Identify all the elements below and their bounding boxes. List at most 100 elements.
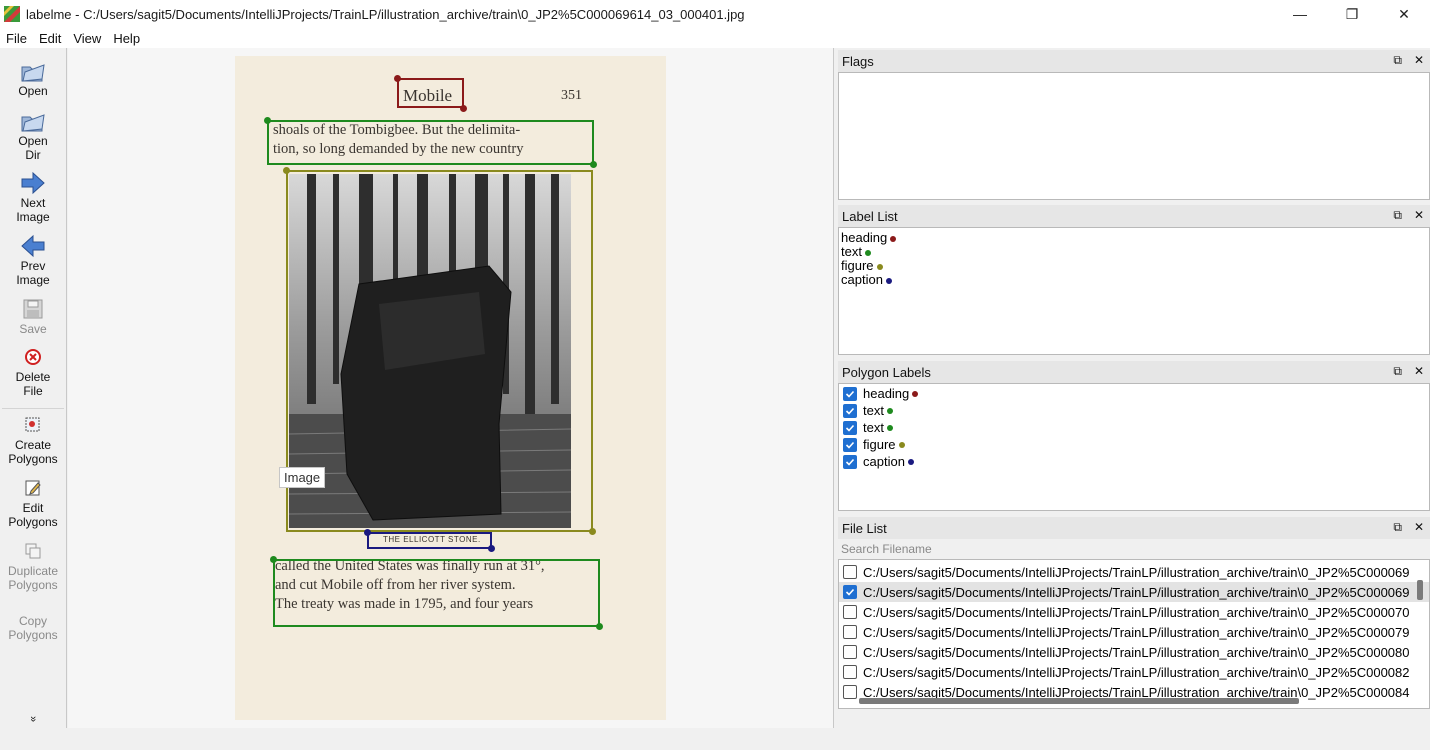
checkbox-unchecked-icon[interactable] xyxy=(843,685,857,699)
file-list-item[interactable]: C:/Users/sagit5/Documents/IntelliJProjec… xyxy=(839,642,1429,662)
search-filename-input[interactable]: Search Filename xyxy=(838,539,1430,559)
folder-open-icon xyxy=(20,58,46,84)
polygon-vertex[interactable] xyxy=(460,105,467,112)
checkbox-unchecked-icon[interactable] xyxy=(843,645,857,659)
image-canvas[interactable]: 351 Mobile shoals of the Tombigbee. But … xyxy=(68,48,834,728)
checkbox-checked-icon[interactable] xyxy=(843,437,857,452)
text-polygon-top[interactable] xyxy=(267,120,594,165)
page-number: 351 xyxy=(561,88,582,103)
label-list-item[interactable]: figure xyxy=(839,259,1429,273)
file-list-item[interactable]: C:/Users/sagit5/Documents/IntelliJProjec… xyxy=(839,662,1429,682)
close-window-button[interactable]: ✕ xyxy=(1378,0,1430,28)
create-polygons-button[interactable]: Create Polygons xyxy=(0,412,66,466)
checkbox-checked-icon[interactable] xyxy=(843,403,857,418)
open-button[interactable]: Open xyxy=(0,58,66,98)
file-list[interactable]: C:/Users/sagit5/Documents/IntelliJProjec… xyxy=(838,559,1430,709)
polygon-vertex[interactable] xyxy=(364,529,371,536)
caption-polygon[interactable] xyxy=(367,532,492,549)
edit-pencil-icon xyxy=(20,475,46,501)
figure-polygon[interactable] xyxy=(286,170,593,532)
undock-icon[interactable]: ⧉ xyxy=(1393,53,1402,68)
file-list-item-selected[interactable]: C:/Users/sagit5/Documents/IntelliJProjec… xyxy=(839,582,1429,602)
flags-dock: Flags ⧉ ✕ xyxy=(838,50,1430,200)
menu-help[interactable]: Help xyxy=(107,31,146,46)
restore-button[interactable]: ❐ xyxy=(1326,0,1378,28)
checkbox-checked-icon[interactable] xyxy=(843,585,857,599)
text-polygon-bottom[interactable] xyxy=(273,559,600,627)
label-list-item[interactable]: text xyxy=(839,245,1429,259)
polygon-vertex[interactable] xyxy=(488,545,495,552)
polygon-vertex[interactable] xyxy=(270,556,277,563)
polygon-label-item[interactable]: caption xyxy=(839,453,1429,470)
image-tooltip: Image xyxy=(279,467,326,488)
menu-edit[interactable]: Edit xyxy=(33,31,67,46)
close-icon[interactable]: ✕ xyxy=(1414,208,1424,223)
vertical-scrollbar-thumb[interactable] xyxy=(1417,580,1423,600)
file-list-dock-title: File List ⧉ ✕ xyxy=(838,517,1430,539)
undock-icon[interactable]: ⧉ xyxy=(1393,520,1402,535)
checkbox-checked-icon[interactable] xyxy=(843,386,857,401)
checkbox-unchecked-icon[interactable] xyxy=(843,665,857,679)
file-list-item[interactable]: C:/Users/sagit5/Documents/IntelliJProjec… xyxy=(839,622,1429,642)
flags-dock-title: Flags ⧉ ✕ xyxy=(838,50,1430,72)
polygon-labels-dock: Polygon Labels ⧉ ✕ heading text text fig… xyxy=(838,361,1430,511)
polygon-label-item[interactable]: figure xyxy=(839,436,1429,453)
heading-polygon[interactable] xyxy=(397,78,464,108)
file-list-item[interactable]: C:/Users/sagit5/Documents/IntelliJProjec… xyxy=(839,602,1429,622)
edit-polygons-button[interactable]: Edit Polygons xyxy=(0,475,66,529)
file-list-item[interactable]: C:/Users/sagit5/Documents/IntelliJProjec… xyxy=(839,562,1429,582)
checkbox-checked-icon[interactable] xyxy=(843,420,857,435)
polygon-label-item[interactable]: heading xyxy=(839,385,1429,402)
polygon-vertex[interactable] xyxy=(283,167,290,174)
polygon-labels-dock-title: Polygon Labels ⧉ ✕ xyxy=(838,361,1430,383)
next-image-button[interactable]: Next Image xyxy=(0,170,66,224)
delete-file-button[interactable]: Delete File xyxy=(0,344,66,398)
left-toolbar: Open Open Dir Next Image Prev Image Save… xyxy=(0,48,67,728)
polygon-vertex[interactable] xyxy=(596,623,603,630)
color-dot-icon xyxy=(886,424,893,431)
menu-bar: File Edit View Help xyxy=(0,28,1430,48)
polygon-labels-list[interactable]: heading text text figure caption xyxy=(838,383,1430,511)
copy-polygons-button[interactable]: Copy Polygons xyxy=(0,614,66,642)
color-dot-icon xyxy=(876,263,883,270)
duplicate-polygons-button[interactable]: Duplicate Polygons xyxy=(0,538,66,592)
horizontal-scrollbar-thumb[interactable] xyxy=(859,698,1299,704)
label-list-item[interactable]: heading xyxy=(839,231,1429,245)
checkbox-checked-icon[interactable] xyxy=(843,454,857,469)
toolbar-extension-button[interactable]: » xyxy=(0,712,66,726)
close-icon[interactable]: ✕ xyxy=(1414,53,1424,68)
label-list-dock-title: Label List ⧉ ✕ xyxy=(838,205,1430,227)
save-button[interactable]: Save xyxy=(0,296,66,336)
toolbar-divider xyxy=(2,408,64,409)
arrow-right-icon xyxy=(20,170,46,196)
close-icon[interactable]: ✕ xyxy=(1414,520,1424,535)
flags-list[interactable] xyxy=(838,72,1430,200)
undock-icon[interactable]: ⧉ xyxy=(1393,364,1402,379)
polygon-vertex[interactable] xyxy=(589,528,596,535)
file-list-dock: File List ⧉ ✕ Search Filename C:/Users/s… xyxy=(838,517,1430,709)
checkbox-unchecked-icon[interactable] xyxy=(843,565,857,579)
open-dir-button[interactable]: Open Dir xyxy=(0,108,66,162)
label-list[interactable]: heading text figure caption xyxy=(838,227,1430,355)
menu-file[interactable]: File xyxy=(0,31,33,46)
checkbox-unchecked-icon[interactable] xyxy=(843,605,857,619)
menu-view[interactable]: View xyxy=(67,31,107,46)
prev-image-button[interactable]: Prev Image xyxy=(0,233,66,287)
duplicate-icon xyxy=(20,538,46,564)
color-dot-icon xyxy=(886,407,893,414)
checkbox-unchecked-icon[interactable] xyxy=(843,625,857,639)
polygon-vertex[interactable] xyxy=(264,117,271,124)
polygon-vertex[interactable] xyxy=(394,75,401,82)
minimize-button[interactable]: — xyxy=(1274,0,1326,28)
label-list-item[interactable]: caption xyxy=(839,273,1429,287)
label-list-dock: Label List ⧉ ✕ heading text figure capti… xyxy=(838,205,1430,355)
color-dot-icon xyxy=(907,458,914,465)
chevron-double-down-icon: » xyxy=(27,715,39,723)
polygon-label-item[interactable]: text xyxy=(839,419,1429,436)
close-icon[interactable]: ✕ xyxy=(1414,364,1424,379)
color-dot-icon xyxy=(890,235,897,242)
polygon-label-item[interactable]: text xyxy=(839,402,1429,419)
title-bar: labelme - C:/Users/sagit5/Documents/Inte… xyxy=(0,0,1430,28)
polygon-vertex[interactable] xyxy=(590,161,597,168)
undock-icon[interactable]: ⧉ xyxy=(1393,208,1402,223)
